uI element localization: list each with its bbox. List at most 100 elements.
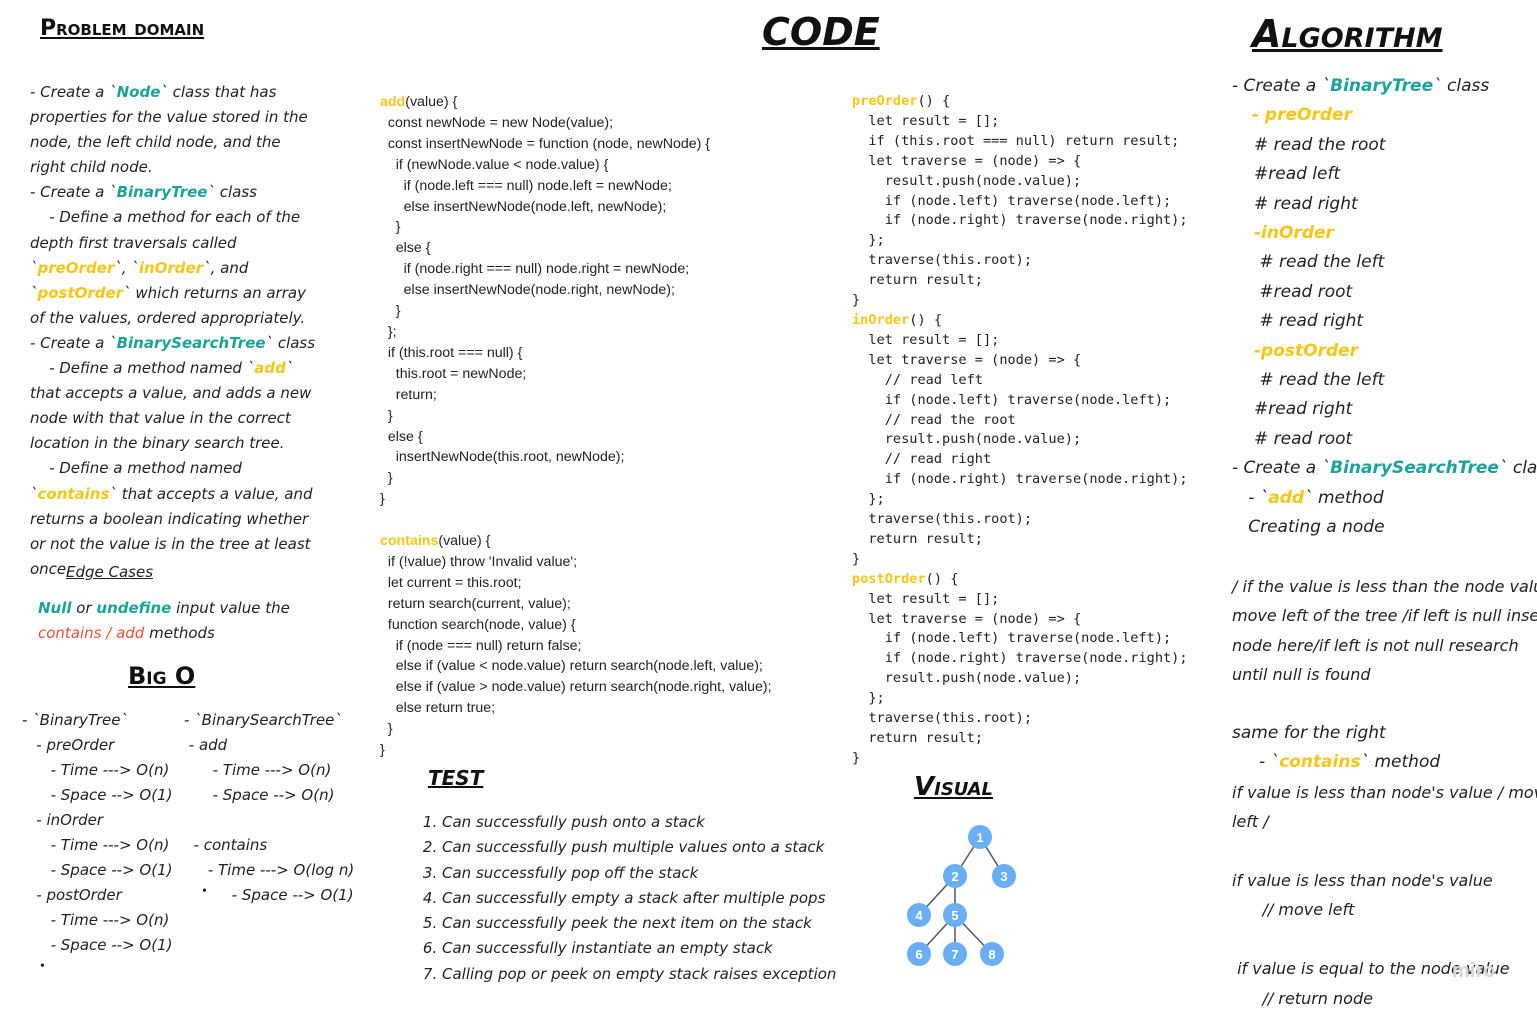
code-line: else if (value < node.value) return sear…: [380, 658, 763, 675]
big-o-line: - preOrder: [22, 736, 115, 754]
code-line: }: [380, 721, 393, 738]
big-o-line: - Space --> O(1): [22, 861, 173, 879]
code-line: // read right: [852, 451, 992, 468]
tree-node-label: 7: [951, 947, 958, 962]
test-heading: TEST: [428, 766, 484, 790]
visual-heading: Visual: [914, 772, 993, 802]
code-line: }: [852, 550, 861, 567]
algo-binarytree-line: - Create a `BinaryTree` class: [1232, 76, 1490, 96]
edge-cases-text: Null or undefine input value the contain…: [38, 599, 290, 642]
code-line: () {: [909, 311, 943, 328]
code-line: traverse(this.root);: [852, 252, 1033, 269]
code-line: };: [852, 232, 885, 249]
big-o-line: - Time ---> O(log n): [184, 861, 355, 879]
fn-inorder-name: inOrder: [852, 311, 910, 328]
code-line: traverse(this.root);: [852, 710, 1033, 727]
algo-note: // move left: [1232, 900, 1355, 920]
code-line: if (node === null) return false;: [380, 637, 582, 654]
code-line: }: [852, 749, 861, 766]
big-o-line: - Time ---> O(n): [22, 836, 170, 854]
code-line: // read the root: [852, 411, 1016, 428]
algo-same-right: same for the right: [1232, 722, 1386, 743]
code-line: }: [380, 303, 401, 320]
test-item: Can successfully peek the next item on t…: [442, 911, 836, 936]
code-line: (value) {: [438, 533, 491, 550]
big-o-line: - Time ---> O(n): [22, 761, 170, 779]
code-line: (value) {: [405, 94, 458, 110]
fn-preorder-name: preOrder: [852, 93, 918, 109]
code-line: const insertNewNode = function (node, ne…: [380, 135, 711, 152]
tree-node-label: 1: [976, 830, 983, 845]
test-item: Can successfully empty a stack after mul…: [442, 886, 836, 911]
test-item: Can successfully push onto a stack: [442, 810, 836, 835]
problem-domain: - Create a `Node` class that has propert…: [30, 80, 320, 582]
algo-step: # read right: [1254, 311, 1364, 332]
code-line: return result;: [852, 730, 983, 746]
fn-postorder-name: postOrder: [852, 570, 926, 587]
miro-watermark: miro: [1452, 960, 1496, 982]
algo-creating-node: Creating a node: [1232, 517, 1385, 538]
algo-note: node here/if left is not null research: [1232, 635, 1519, 655]
code-line: if (node.left) traverse(node.left);: [852, 192, 1172, 209]
binary-tree-diagram: 1 2 3 4 5 6 7 8: [907, 825, 1016, 966]
algo-step: # read the left: [1254, 370, 1385, 391]
big-o-line: - postOrder: [22, 886, 122, 904]
big-o-line: [184, 808, 354, 833]
code-line: else {: [380, 428, 423, 445]
big-o-line: - Time ---> O(n): [22, 911, 170, 929]
algo-add-line: - `add` method: [1232, 487, 1384, 508]
code-traversals: preOrder() { let result = []; if (this.r…: [852, 92, 1188, 769]
code-line: () {: [917, 93, 951, 109]
code-line: () {: [925, 570, 959, 587]
test-item: Can successfully instantiate an empty st…: [442, 936, 836, 961]
code-line: this.root = newNode;: [380, 365, 527, 382]
algo-step: #read right: [1254, 399, 1353, 420]
big-o-line: - `BinaryTree`: [22, 711, 129, 729]
big-o-line: - `BinarySearchTree`: [184, 711, 342, 729]
fn-contains-name: contains: [380, 533, 439, 550]
algo-step: # read the left: [1254, 252, 1385, 273]
code-line: insertNewNode(this.root, newNode);: [380, 449, 625, 466]
big-o-binarytree: - `BinaryTree` - preOrder - Time ---> O(…: [22, 708, 172, 958]
code-line: if (this.root === null) {: [380, 344, 523, 361]
code-line: if (node.right) traverse(node.right);: [852, 212, 1188, 229]
algo-step: # read root: [1254, 428, 1353, 449]
code-line: if (node.left) traverse(node.left);: [852, 630, 1172, 647]
code-line: let traverse = (node) => {: [852, 152, 1082, 169]
code-line: else if (value > node.value) return sear…: [380, 679, 772, 696]
tree-node-label: 5: [951, 908, 958, 923]
big-o-line: - Space --> O(n): [184, 786, 335, 804]
pd-traversal-line: - Define a method for each of the depth …: [30, 208, 311, 327]
bullet: •: [40, 959, 45, 974]
algo-contains-line: - `contains` method: [1232, 752, 1441, 773]
pd-add-line: - Define a method named `add` that accep…: [30, 359, 317, 453]
code-line: result.push(node.value);: [852, 172, 1082, 189]
algo-step: #read left: [1254, 164, 1341, 185]
algo-step: # read right: [1254, 193, 1358, 214]
big-o-line: - Time ---> O(n): [184, 761, 332, 779]
code-line: else insertNewNode(node.left, newNode);: [380, 198, 667, 215]
algo-step: #read root: [1254, 281, 1353, 302]
code-line: else {: [380, 240, 431, 257]
code-line: if (!value) throw 'Invalid value';: [380, 553, 578, 570]
code-line: let traverse = (node) => {: [852, 610, 1082, 627]
code-line: }: [380, 491, 385, 508]
algo-preorder: - preOrder: [1252, 105, 1352, 126]
tree-node-label: 2: [951, 869, 958, 884]
code-line: let result = [];: [852, 590, 1000, 607]
code-line: let traverse = (node) => {: [852, 351, 1082, 368]
code-line: return search(current, value);: [380, 595, 571, 612]
code-line: if (node.right) traverse(node.right);: [852, 471, 1188, 488]
algo-inorder: -inOrder: [1254, 223, 1334, 244]
big-o-line: - Space --> O(1): [22, 936, 173, 954]
code-line: }: [380, 742, 385, 759]
big-o-heading: Big O: [128, 662, 196, 690]
big-o-line: - Space --> O(1): [184, 886, 354, 904]
code-line: let current = this.root;: [380, 574, 522, 591]
code-line: else insertNewNode(node.right, newNode);: [380, 282, 675, 299]
fn-add-name: add: [380, 94, 406, 110]
algo-step: # read the root: [1254, 134, 1386, 155]
tree-node-label: 3: [1000, 869, 1007, 884]
test-list: Can successfully push onto a stack Can su…: [424, 810, 836, 987]
pd-bst-line: - Create a `BinarySearchTree` class: [30, 333, 316, 352]
